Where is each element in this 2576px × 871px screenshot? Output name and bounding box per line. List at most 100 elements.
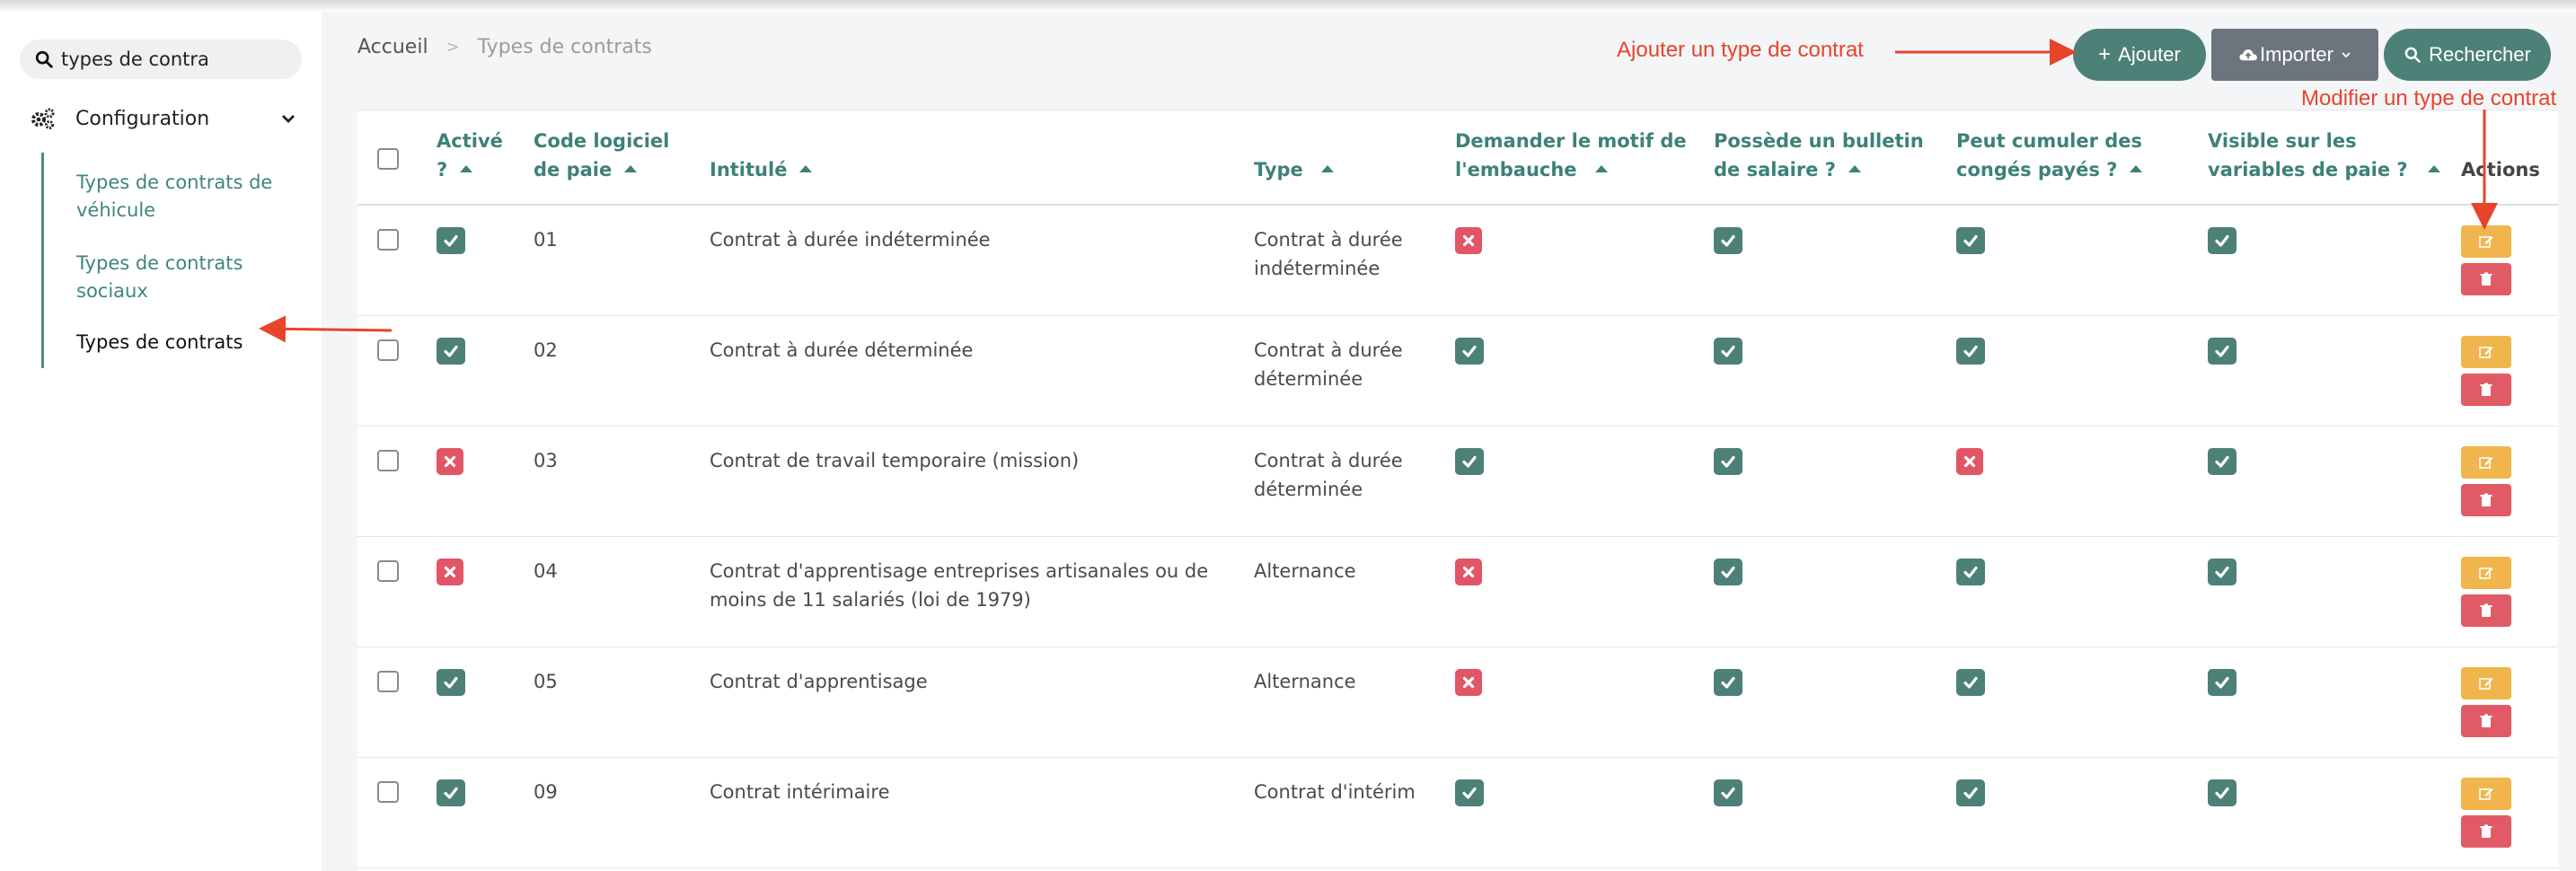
row-checkbox[interactable] <box>377 671 399 692</box>
active-check-icon <box>437 227 465 254</box>
type-cell: Contrat d'intérim <box>1254 781 1416 803</box>
visible-check-icon <box>2208 227 2236 254</box>
col-payslip[interactable]: Possède un bulletin de salaire ? <box>1714 127 1924 184</box>
sort-asc-icon <box>2427 165 2440 172</box>
col-visible[interactable]: Visible sur les variables de paie ? <box>2208 127 2440 184</box>
add-button-label: Ajouter <box>2118 43 2181 66</box>
top-shadow <box>0 0 2576 13</box>
reason-cross-icon <box>1455 559 1482 585</box>
breadcrumb-home[interactable]: Accueil <box>357 36 428 58</box>
payslip-check-icon <box>1714 779 1742 806</box>
code-cell: 01 <box>534 229 558 251</box>
leave-check-icon <box>1956 227 1985 254</box>
active-check-icon <box>437 338 465 365</box>
type-cell: Alternance <box>1254 671 1356 692</box>
table-row: 03 Contrat de travail temporaire (mission… <box>357 427 2558 537</box>
table-row: 01 Contrat à durée indéterminée Contrat à … <box>357 206 2558 316</box>
delete-button[interactable] <box>2461 705 2511 737</box>
edit-button[interactable] <box>2461 446 2511 479</box>
delete-button[interactable] <box>2461 484 2511 516</box>
table-header: Activé? Code logiciel de paie Intitulé Ty… <box>357 110 2558 206</box>
title-cell: Contrat d'apprentisage <box>710 671 928 692</box>
search-icon <box>2404 47 2421 63</box>
sort-asc-icon <box>1320 165 1334 172</box>
row-checkbox[interactable] <box>377 339 399 361</box>
col-type[interactable]: Type <box>1254 155 1334 184</box>
add-button[interactable]: + Ajouter <box>2073 29 2206 81</box>
delete-button[interactable] <box>2461 374 2511 406</box>
import-button[interactable]: Importer <box>2211 29 2378 81</box>
search-button[interactable]: Rechercher <box>2384 29 2551 81</box>
edit-button[interactable] <box>2461 225 2511 258</box>
row-checkbox[interactable] <box>377 450 399 471</box>
payslip-check-icon <box>1714 227 1742 254</box>
title-cell: Contrat d'apprentisage entreprises artis… <box>710 560 1209 611</box>
search-button-label: Rechercher <box>2429 43 2531 66</box>
gears-icon <box>31 108 55 129</box>
import-button-label: Importer <box>2260 43 2333 66</box>
col-leave[interactable]: Peut cumuler des congés payés ? <box>1956 127 2143 184</box>
sidebar-item-social-contract-types[interactable]: Types de contrats sociaux <box>76 250 274 305</box>
reason-check-icon <box>1455 779 1484 806</box>
code-cell: 05 <box>534 671 558 692</box>
code-cell: 03 <box>534 450 558 471</box>
sort-asc-icon <box>2130 165 2143 172</box>
delete-button[interactable] <box>2461 263 2511 295</box>
visible-check-icon <box>2208 559 2236 585</box>
plus-icon: + <box>2098 42 2112 66</box>
main-content: Accueil > Types de contrats + Ajouter Im… <box>322 13 2576 871</box>
type-cell: Contrat à durée déterminée <box>1254 450 1403 500</box>
col-code[interactable]: Code logiciel de paie <box>534 127 669 184</box>
breadcrumb-separator: > <box>446 38 460 57</box>
reason-cross-icon <box>1455 669 1482 696</box>
row-checkbox[interactable] <box>377 781 399 803</box>
visible-check-icon <box>2208 669 2236 696</box>
delete-button[interactable] <box>2461 815 2511 848</box>
table-row: 05 Contrat d'apprentisage Alternance <box>357 647 2558 758</box>
edit-button[interactable] <box>2461 667 2511 699</box>
col-active[interactable]: Activé? <box>437 127 503 184</box>
leave-check-icon <box>1956 338 1985 365</box>
visible-check-icon <box>2208 448 2236 475</box>
subnav: Types de contrats de véhicule Types de c… <box>41 153 311 368</box>
sidebar-search[interactable] <box>20 40 302 79</box>
active-cross-icon <box>437 448 463 475</box>
visible-check-icon <box>2208 779 2236 806</box>
sort-asc-icon <box>799 165 813 172</box>
leave-check-icon <box>1956 669 1985 696</box>
payslip-check-icon <box>1714 448 1742 475</box>
leave-cross-icon <box>1956 448 1983 475</box>
code-cell: 09 <box>534 781 558 803</box>
edit-button[interactable] <box>2461 336 2511 368</box>
sidebar-item-contract-types[interactable]: Types de contrats <box>76 329 310 356</box>
col-reason[interactable]: Demander le motif de l'embauche <box>1455 127 1687 184</box>
row-checkbox[interactable] <box>377 560 399 582</box>
sidebar-item-vehicle-contract-types[interactable]: Types de contrats de véhicule <box>76 169 301 224</box>
title-cell: Contrat à durée déterminée <box>710 339 974 361</box>
row-checkbox[interactable] <box>377 229 399 251</box>
active-cross-icon <box>437 559 463 585</box>
contracts-table: Activé? Code logiciel de paie Intitulé Ty… <box>357 110 2558 871</box>
edit-button[interactable] <box>2461 557 2511 589</box>
nav-configuration-label: Configuration <box>75 107 210 130</box>
sidebar: Configuration Types de contrats de véhic… <box>0 13 322 871</box>
breadcrumb: Accueil > Types de contrats <box>357 36 652 58</box>
search-input[interactable] <box>61 48 286 70</box>
annotation-edit: Modifier un type de contrat <box>2301 86 2557 110</box>
type-cell: Alternance <box>1254 560 1356 582</box>
select-all-checkbox[interactable] <box>377 148 399 170</box>
delete-button[interactable] <box>2461 594 2511 627</box>
sort-asc-icon <box>624 165 638 172</box>
col-actions: Actions <box>2461 159 2540 180</box>
title-cell: Contrat à durée indéterminée <box>710 229 991 251</box>
active-check-icon <box>437 779 465 806</box>
breadcrumb-current: Types de contrats <box>477 36 652 58</box>
table-row: 04 Contrat d'apprentisage entreprises art… <box>357 537 2558 647</box>
table-row: 02 Contrat à durée déterminée Contrat à du… <box>357 316 2558 427</box>
chevron-down-icon <box>282 115 295 123</box>
col-title[interactable]: Intitulé <box>710 155 813 184</box>
annotation-add: Ajouter un type de contrat <box>1617 38 1864 62</box>
title-cell: Contrat de travail temporaire (mission) <box>710 450 1080 471</box>
edit-button[interactable] <box>2461 778 2511 810</box>
nav-configuration[interactable]: Configuration <box>31 101 296 136</box>
